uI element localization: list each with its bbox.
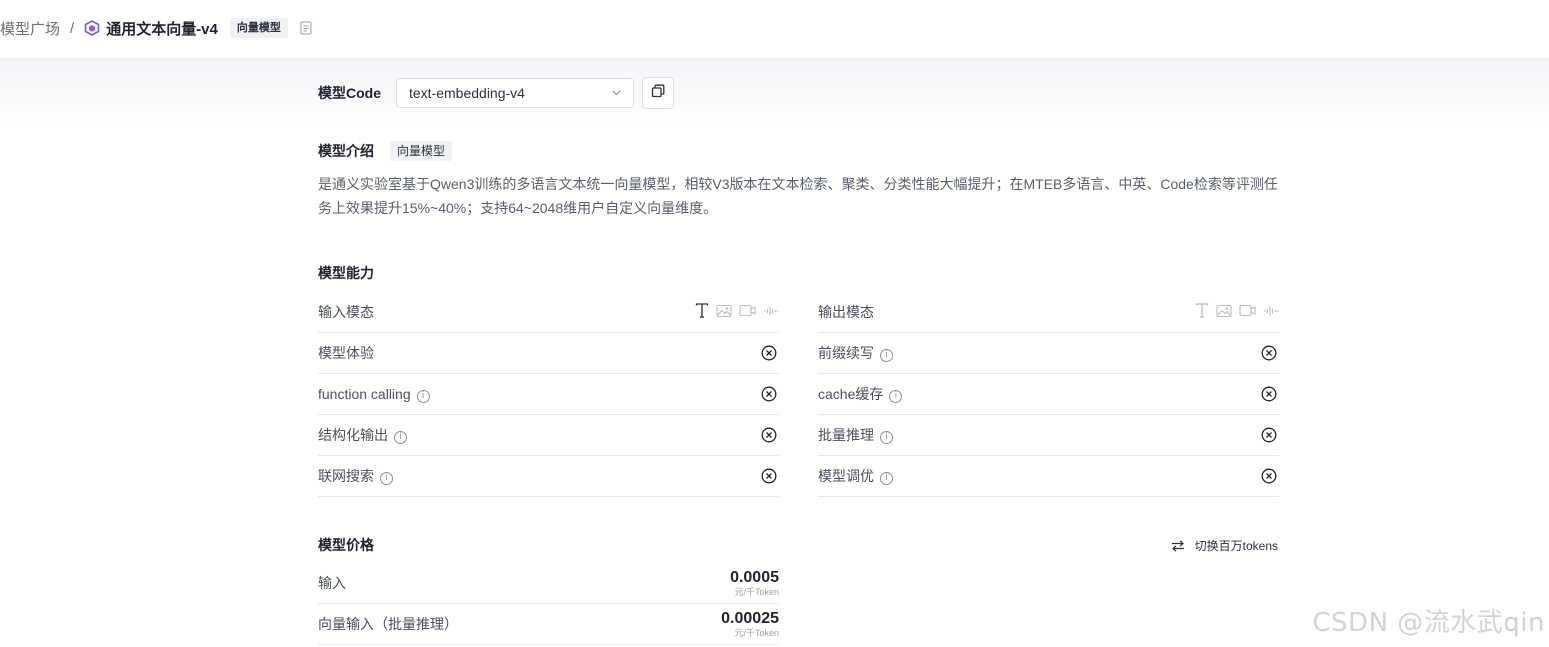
- capability-label: 结构化输出: [318, 427, 388, 443]
- capability-row-batch-inference: 批量推理 i: [818, 415, 1279, 456]
- unsupported-x-circle-icon: [1261, 386, 1277, 402]
- model-code-select[interactable]: text-embedding-v4: [396, 78, 634, 108]
- capability-row-function-calling: function calling i: [318, 374, 779, 415]
- capabilities-title: 模型能力: [318, 265, 374, 281]
- capability-label: 前缀续写: [818, 345, 874, 361]
- intro-tag: 向量模型: [390, 141, 453, 161]
- switch-unit-button[interactable]: 切换百万tokens: [1171, 537, 1278, 554]
- unsupported-x-circle-icon: [761, 386, 777, 402]
- audio-icon: [1263, 304, 1279, 320]
- info-icon[interactable]: i: [889, 390, 903, 403]
- capability-label: 批量推理: [818, 427, 874, 443]
- info-icon[interactable]: i: [880, 472, 893, 485]
- capability-label: function calling: [318, 385, 411, 402]
- input-modality-icons: [695, 303, 779, 321]
- top-bar: 模型广场 / 通用文本向量-v4 向量模型: [0, 0, 1549, 59]
- capability-label: 模型体验: [318, 345, 374, 361]
- capability-row-web-search: 联网搜索 i: [318, 456, 779, 497]
- pricing-title: 模型价格: [318, 537, 374, 553]
- output-modality-icons: [1195, 303, 1279, 321]
- intro-title: 模型介绍: [318, 143, 374, 159]
- info-icon[interactable]: i: [416, 389, 430, 403]
- model-logo-icon: [84, 20, 100, 36]
- model-type-badge: 向量模型: [229, 18, 288, 38]
- price-row-input: 输入 0.0005 元/千Token: [318, 563, 779, 604]
- info-icon[interactable]: i: [380, 472, 393, 485]
- unsupported-x-circle-icon: [1261, 427, 1277, 443]
- capabilities-right-column: 输出模态 前缀续写 i cache缓存 i 批量推理 i 模型调优 i: [818, 292, 1279, 497]
- page-title: 通用文本向量-v4: [106, 20, 218, 38]
- breadcrumb: 模型广场 / 通用文本向量-v4 向量模型: [0, 17, 312, 39]
- intro-header: 模型介绍 向量模型: [318, 141, 453, 161]
- intro-description: 是通义实验室基于Qwen3训练的多语言文本统一向量模型，相较V3版本在文本检索、…: [318, 176, 1278, 216]
- header-gradient: [0, 59, 1549, 129]
- capabilities-left-column: 输入模态 模型体验 function calling i 结构化输出 i 联网搜索 i: [318, 292, 779, 497]
- capability-label: 输入模态: [318, 304, 374, 320]
- unsupported-x-circle-icon: [761, 427, 777, 443]
- price-label: 向量输入（批量推理）: [318, 616, 458, 632]
- model-code-label: 模型Code: [318, 85, 381, 101]
- capability-row-fine-tuning: 模型调优 i: [818, 456, 1279, 497]
- info-icon[interactable]: i: [880, 431, 893, 444]
- unsupported-x-circle-icon: [1261, 468, 1277, 484]
- capability-row-prefix-completion: 前缀续写 i: [818, 333, 1279, 374]
- price-value: 0.00025: [721, 609, 779, 627]
- text-icon: [1195, 303, 1209, 321]
- copy-button[interactable]: [642, 77, 674, 109]
- price-label: 输入: [318, 575, 346, 591]
- image-icon: [716, 304, 732, 321]
- video-icon: [739, 304, 756, 320]
- breadcrumb-parent-link[interactable]: 模型广场: [0, 18, 60, 39]
- info-icon[interactable]: i: [394, 431, 407, 444]
- unsupported-x-circle-icon: [761, 468, 777, 484]
- capability-row-cache: cache缓存 i: [818, 374, 1279, 415]
- audio-icon: [763, 304, 779, 320]
- price-unit: 元/千Token: [734, 627, 779, 638]
- capability-label: cache缓存: [818, 386, 884, 402]
- unsupported-x-circle-icon: [1261, 345, 1277, 361]
- watermark: CSDN @流水武qin: [1312, 608, 1545, 638]
- swap-arrows-icon: [1171, 539, 1184, 552]
- capability-row-model-experience: 模型体验: [318, 333, 779, 374]
- text-icon: [695, 303, 709, 321]
- price-value: 0.0005: [730, 568, 779, 586]
- unsupported-x-circle-icon: [761, 345, 777, 361]
- capability-label: 模型调优: [818, 468, 874, 484]
- model-code-value: text-embedding-v4: [409, 85, 525, 101]
- price-value-block: 0.00025 元/千Token: [721, 609, 779, 638]
- pricing-table: 输入 0.0005 元/千Token 向量输入（批量推理） 0.00025 元/…: [318, 563, 779, 645]
- capability-label: 联网搜索: [318, 468, 374, 484]
- capability-row-structured-output: 结构化输出 i: [318, 415, 779, 456]
- info-icon[interactable]: i: [880, 349, 893, 362]
- document-icon[interactable]: [300, 21, 312, 35]
- capability-row-input-modality: 输入模态: [318, 292, 779, 333]
- capability-label: 输出模态: [818, 304, 874, 320]
- copy-icon: [651, 84, 665, 103]
- price-value-block: 0.0005 元/千Token: [730, 568, 779, 597]
- breadcrumb-separator: /: [70, 19, 75, 37]
- image-icon: [1216, 304, 1232, 321]
- price-row-batch-input: 向量输入（批量推理） 0.00025 元/千Token: [318, 604, 779, 645]
- price-unit: 元/千Token: [734, 586, 779, 597]
- model-code-row: 模型Code text-embedding-v4: [318, 77, 674, 109]
- chevron-down-icon: [612, 88, 621, 99]
- video-icon: [1239, 304, 1256, 320]
- switch-unit-label: 切换百万tokens: [1194, 539, 1278, 553]
- capability-row-output-modality: 输出模态: [818, 292, 1279, 333]
